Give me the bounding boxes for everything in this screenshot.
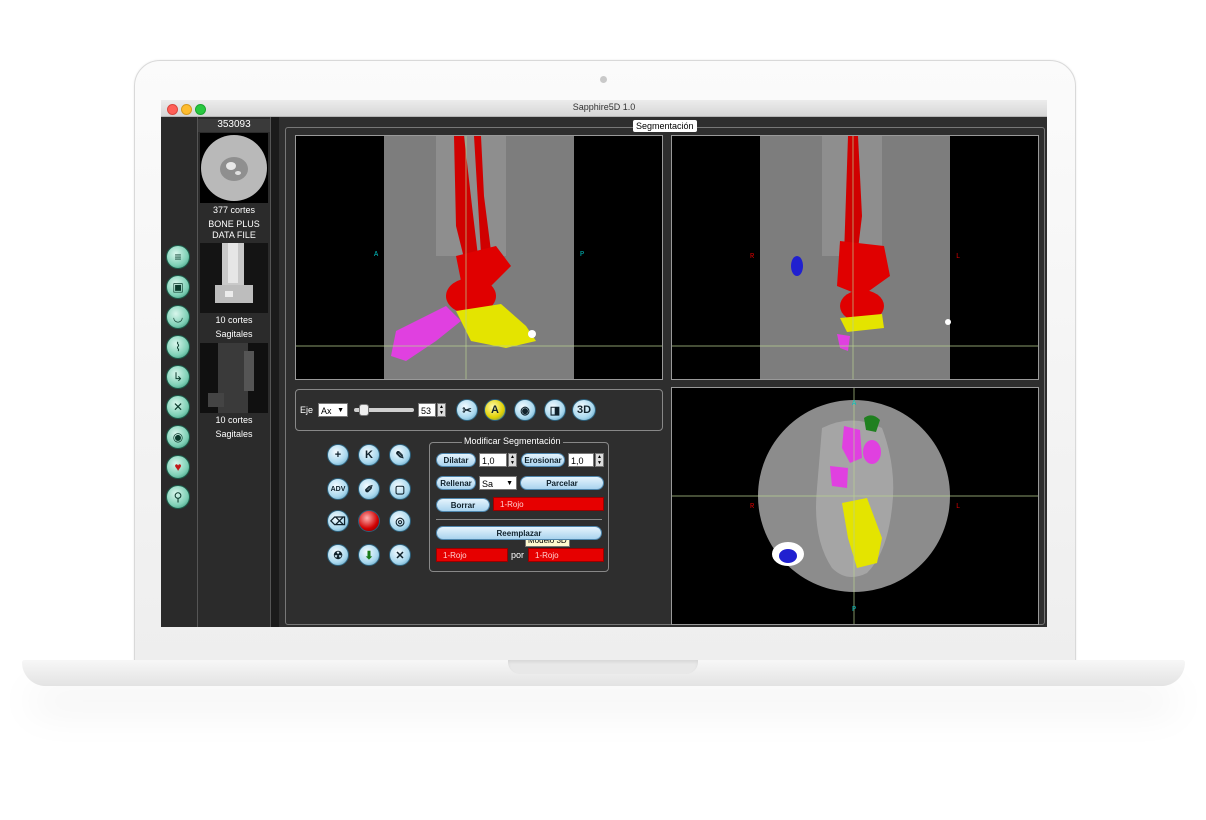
axis-select-value: Ax [321, 406, 332, 416]
viewport-orientation-label: A [852, 400, 857, 408]
red-segment-icon[interactable] [358, 510, 380, 532]
axial-viewport[interactable]: A P R L [671, 387, 1039, 625]
model-3d-icon[interactable]: ◎ [389, 510, 411, 532]
modify-segmentation-title: Modificar Segmentación [462, 436, 563, 446]
segmentation-title: Segmentación [633, 120, 697, 132]
series-count: 10 cortes [215, 415, 253, 425]
erode-value-field[interactable]: 1,0 [568, 453, 594, 467]
erode-button[interactable]: Erosionar [521, 453, 565, 467]
foot-icon[interactable]: ↳ [166, 365, 190, 389]
series-description: Sagitales [215, 329, 253, 339]
viewport-orientation-label: R [750, 503, 755, 511]
notes-icon[interactable]: ✎ [389, 444, 411, 466]
axis-controls: Eje Ax ▼ 53 ▲ ▼ ✂ A ◉ ◨ 3D [295, 389, 663, 431]
crop-icon[interactable]: ▢ [389, 478, 411, 500]
chevron-down-icon: ▼ [506, 480, 513, 487]
stack-icon[interactable]: ≡ [166, 245, 190, 269]
fill-button[interactable]: Rellenar [436, 476, 476, 490]
brush-icon[interactable]: ✐ [358, 478, 380, 500]
eraser-icon[interactable]: ⌫ [327, 510, 349, 532]
heart-icon[interactable]: ♥ [166, 455, 190, 479]
coronal-viewport[interactable]: R L [671, 135, 1039, 380]
dilate-value-field[interactable]: 1,0 [479, 453, 507, 467]
add-icon[interactable]: + [327, 444, 349, 466]
parcel-button[interactable]: Parcelar [520, 476, 604, 490]
segment-tool-icon[interactable]: ✂ [456, 399, 478, 421]
dilate-button[interactable]: Dilatar [436, 453, 476, 467]
tool-strip: ≡ ▣ ◡ ⌇ ↳ ✕ ◉ ♥ ⚲ [161, 117, 198, 627]
axis-select[interactable]: Ax ▼ [318, 403, 348, 417]
slice-number-field[interactable]: 53 [418, 403, 436, 417]
cube-icon[interactable]: ▣ [166, 275, 190, 299]
fill-select-value: Sa [482, 479, 494, 489]
3d-view-button[interactable]: 3D [572, 399, 596, 421]
microscope-icon[interactable]: ⚲ [166, 485, 190, 509]
series-description: DATA FILE [212, 230, 256, 240]
close-tool-icon[interactable]: ✕ [389, 544, 411, 566]
replace-to-field[interactable]: 1-Rojo [528, 548, 604, 562]
contrast-icon[interactable]: ◨ [544, 399, 566, 421]
radiation-icon[interactable]: ☢ [327, 544, 349, 566]
series-panel: 353093 377 cortes BONE PLUS DATA FILE 10… [198, 117, 271, 627]
bone-icon[interactable]: ✕ [166, 395, 190, 419]
erase-button[interactable]: Borrar [436, 498, 490, 512]
axis-label: Eje [300, 405, 314, 415]
erase-target-field[interactable]: 1-Rojo [493, 497, 604, 511]
app-window: Sapphire5D 1.0 ≡ ▣ ◡ ⌇ ↳ ✕ ◉ ♥ ⚲ 353093 … [161, 100, 1047, 627]
series-description: Sagitales [215, 429, 253, 439]
replace-button[interactable]: Reemplazar [436, 526, 602, 540]
laptop-notch [508, 660, 698, 674]
probe-icon[interactable]: ⌇ [166, 335, 190, 359]
erode-stepper[interactable]: ▲ ▼ [595, 453, 604, 467]
window-title: Sapphire5D 1.0 [572, 102, 636, 112]
viewport-orientation-label: P [852, 606, 857, 614]
series-thumbnail-axial[interactable] [200, 133, 268, 203]
viewport-orientation-label: P [580, 251, 585, 259]
slice-slider-thumb[interactable] [359, 404, 369, 416]
series-id: 353093 [198, 119, 270, 132]
camera-dot [600, 76, 607, 83]
sagittal-viewport[interactable]: A P [295, 135, 663, 380]
jaw-icon[interactable]: ◡ [166, 305, 190, 329]
viewport-orientation-label: L [956, 253, 961, 261]
replace-from-field[interactable]: 1-Rojo [436, 548, 508, 562]
series-count: 10 cortes [215, 315, 253, 325]
chevron-down-icon: ▼ [337, 407, 344, 414]
series-count: 377 cortes [212, 205, 256, 215]
adv-button[interactable]: ADV [327, 478, 349, 500]
viewport-orientation-label: R [750, 253, 755, 261]
slice-slider[interactable] [354, 404, 414, 416]
auto-segment-icon[interactable]: A [484, 399, 506, 421]
disc-icon[interactable]: ◉ [514, 399, 536, 421]
fill-select[interactable]: Sa ▼ [479, 476, 517, 490]
modify-segmentation-panel: Modificar Segmentación Dilatar 1,0 ▲ ▼ Er… [429, 436, 609, 572]
cylinder-icon[interactable]: ◉ [166, 425, 190, 449]
viewport-orientation-label: L [956, 503, 961, 511]
title-bar: Sapphire5D 1.0 [161, 100, 1047, 117]
series-thumbnail-sagittal[interactable] [200, 243, 268, 313]
series-thumbnail-sagittal[interactable] [200, 343, 268, 413]
slice-stepper[interactable]: ▲ ▼ [437, 403, 446, 417]
dilate-stepper[interactable]: ▲ ▼ [508, 453, 517, 467]
segmentation-panel: Segmentación A P R L A P R L Eje Ax ▼ 53… [279, 117, 1047, 627]
series-description: BONE PLUS [208, 219, 260, 229]
k-tool-button[interactable]: K [358, 444, 380, 466]
download-icon[interactable]: ⬇ [358, 544, 380, 566]
divider [436, 519, 602, 520]
viewport-orientation-label: A [374, 251, 379, 259]
replace-by-label: por [511, 550, 525, 560]
